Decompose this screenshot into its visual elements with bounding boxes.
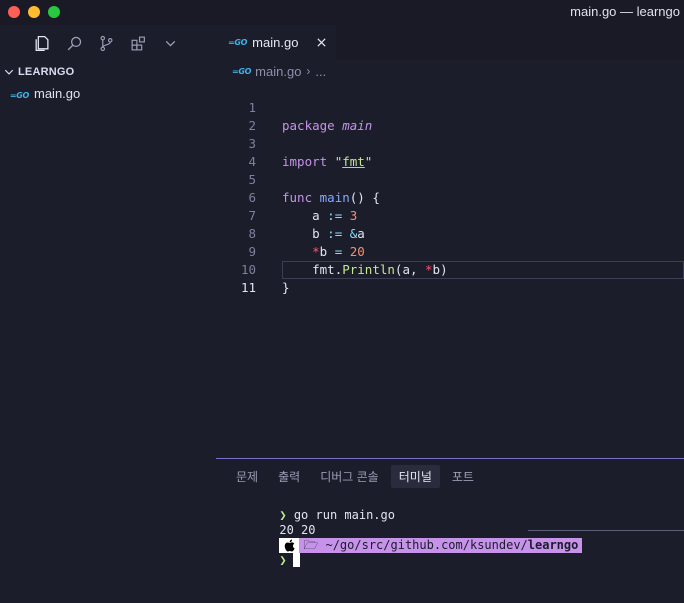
window-title: main.go — learngo xyxy=(570,4,680,19)
chevron-down-icon xyxy=(0,66,18,78)
code-line: 8 *b = 20 xyxy=(216,207,684,259)
tab-problems[interactable]: 문제 xyxy=(228,465,266,488)
code-text: } xyxy=(282,280,290,295)
line-number: 11 xyxy=(240,280,256,295)
editor-tab-bar: =GO main.go xyxy=(216,25,684,60)
terminal[interactable]: ❯ go run main.go 20 20 🗁 ~/go/src/github… xyxy=(236,493,684,567)
bottom-panel: 문제 출력 디버그 콘솔 터미널 포트 ❯ go run main.go 20 … xyxy=(216,458,684,603)
code-line-current: 11 xyxy=(216,261,684,295)
close-icon xyxy=(316,37,326,47)
explorer-button[interactable] xyxy=(30,32,52,54)
prompt-rule xyxy=(528,530,684,531)
panel-tabs: 문제 출력 디버그 콘솔 터미널 포트 xyxy=(228,464,486,488)
current-line-highlight xyxy=(282,261,684,279)
activity-toolbar xyxy=(0,25,216,61)
chevron-down-icon xyxy=(165,40,175,47)
terminal-command-line: ❯ go run main.go xyxy=(236,493,684,522)
tab-terminal[interactable]: 터미널 xyxy=(390,464,440,488)
more-views-button[interactable] xyxy=(159,32,181,54)
terminal-output-line: 20 20 xyxy=(236,508,684,537)
tab-debug-console[interactable]: 디버그 콘솔 xyxy=(312,465,387,488)
explorer-section-header[interactable]: LEARNGO xyxy=(0,63,216,81)
code-line: 7 b := &a xyxy=(216,189,684,241)
explorer-folder-name: LEARNGO xyxy=(18,66,75,78)
source-control-button[interactable] xyxy=(95,32,117,54)
tab-ports[interactable]: 포트 xyxy=(444,465,482,488)
close-tab-button[interactable] xyxy=(314,35,328,49)
go-file-icon: =GO xyxy=(228,38,248,47)
tab-output[interactable]: 출력 xyxy=(270,465,308,488)
terminal-cursor xyxy=(292,553,300,567)
editor-tab-main-go[interactable]: =GO main.go xyxy=(216,25,336,60)
breadcrumb: =GO main.go › ... xyxy=(232,63,326,79)
sidebar: LEARNGO =GO main.go xyxy=(0,25,216,603)
code-line: 9 fmt.Println(a, *b) xyxy=(216,225,684,277)
maximize-window-button[interactable] xyxy=(48,6,60,18)
explorer-file-item[interactable]: =GO main.go xyxy=(0,83,216,103)
code-line: 2 xyxy=(216,99,684,133)
minimize-window-button[interactable] xyxy=(28,6,40,18)
terminal-input-line: ❯ xyxy=(236,538,684,567)
title-bar: main.go — learngo xyxy=(0,0,684,25)
code-line: 10 } xyxy=(216,243,684,295)
close-window-button[interactable] xyxy=(8,6,20,18)
extensions-icon xyxy=(131,36,145,50)
go-file-icon: =GO xyxy=(9,90,29,100)
breadcrumb-separator: › xyxy=(306,64,311,78)
go-file-icon: =GO xyxy=(232,66,252,76)
code-editor[interactable]: 1 package main 2 3 import "fmt" 4 5 func… xyxy=(216,81,684,295)
code-line: 3 import "fmt" xyxy=(216,117,684,169)
code-line: 6 a := 3 xyxy=(216,171,684,223)
search-button[interactable] xyxy=(63,32,85,54)
breadcrumb-symbols[interactable]: ... xyxy=(315,64,326,79)
explorer-file-name: main.go xyxy=(34,85,81,101)
tab-label: main.go xyxy=(252,35,299,50)
prompt-symbol: ❯ xyxy=(279,553,287,567)
code-line: 4 xyxy=(216,135,684,169)
source-control-icon xyxy=(99,35,113,51)
breadcrumb-file[interactable]: main.go xyxy=(255,64,301,79)
files-icon xyxy=(35,35,49,51)
terminal-prompt-segments: 🗁 ~/go/src/github.com/ksundev/learngo xyxy=(236,523,684,553)
search-icon xyxy=(67,36,81,50)
extensions-button[interactable] xyxy=(127,32,149,54)
editor-area: =GO main.go =GO main.go › ... 1 package … xyxy=(216,25,684,458)
code-line: 1 package main xyxy=(216,81,684,133)
code-line: 5 func main() { xyxy=(216,153,684,205)
